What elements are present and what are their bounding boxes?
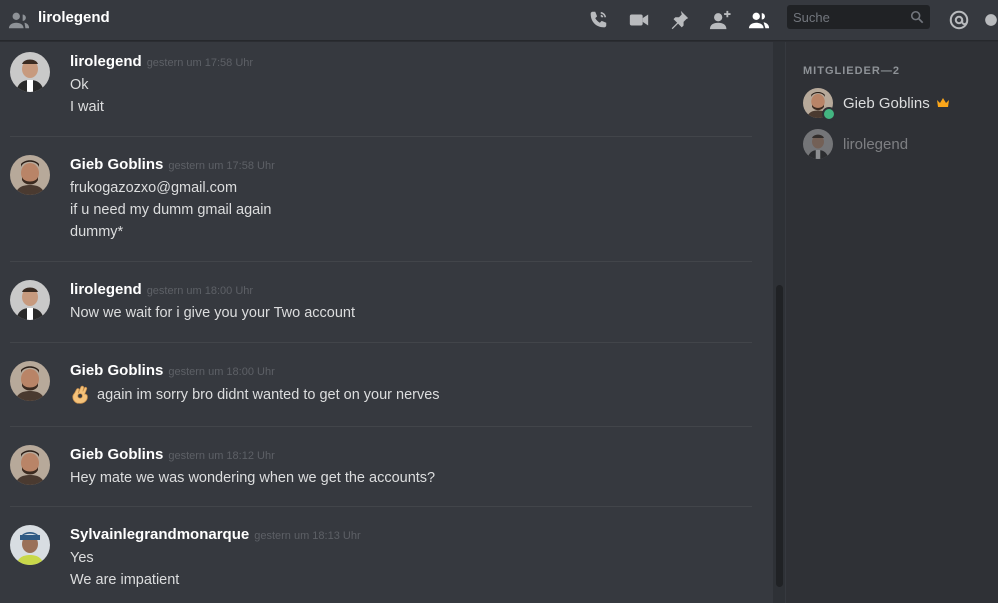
avatar-image [10,155,50,195]
avatar-image [10,52,50,92]
message-author[interactable]: Gieb Goblins gestern um 18:00 Uhr [70,362,275,379]
avatar-image [10,280,50,320]
message-author[interactable]: lirolegend gestern um 18:00 Uhr [70,281,253,298]
member-list: MITGLIEDER—2 Gieb Goblins lirolegend [786,42,998,603]
message-text: dummy* [70,224,124,240]
user-icon [8,12,30,29]
avatar-image [10,445,50,485]
message-text: Hey mate we was wondering when we get th… [70,470,436,486]
message-author[interactable]: Gieb Goblins gestern um 18:12 Uhr [70,446,275,463]
avatar[interactable] [10,52,50,92]
help-icon [985,14,997,26]
member-list-toggle[interactable] [746,7,772,33]
search-input[interactable] [787,9,903,25]
member-item[interactable]: Gieb Goblins [803,88,993,121]
avatar[interactable] [10,155,50,195]
message-author[interactable]: lirolegend gestern um 17:58 Uhr [70,53,253,70]
message-author[interactable]: Gieb Goblins gestern um 17:58 Uhr [70,156,275,173]
scrollbar-thumb[interactable] [776,285,783,587]
message-timestamp: gestern um 18:00 Uhr [168,366,275,378]
avatar-image [10,361,50,401]
online-status-icon [822,107,836,121]
message-item: Sylvainlegrandmonarque gestern um 18:13 U… [0,507,752,603]
avatar[interactable] [10,445,50,485]
video-call-button[interactable] [626,7,652,33]
message-text: Now we wait for i give you your Two acco… [70,305,356,321]
message-timestamp: gestern um 18:00 Uhr [146,285,254,297]
channel-title: lirolegend [38,9,110,26]
message-author[interactable]: Sylvainlegrandmonarque gestern um 18:13 U… [70,526,361,543]
call-button[interactable] [585,7,611,33]
message-text: Ok [70,77,89,93]
message-text: if u need my dumm gmail again [70,202,272,218]
crown-icon [936,98,949,107]
member-list-header: MITGLIEDER—2 [803,65,900,77]
mentions-button[interactable] [946,7,972,33]
avatar [803,129,833,159]
message-text: Yes [70,550,94,566]
help-button[interactable] [984,7,998,33]
add-friend-icon [709,10,731,30]
message-item: Gieb Goblins gestern um 17:58 Uhr frukoga… [0,137,752,262]
search-icon [910,10,924,24]
avatar[interactable] [10,361,50,401]
message-item: Gieb Goblins gestern um 18:12 Uhr Hey mat… [0,427,752,507]
mention-icon [949,10,969,30]
avatar[interactable] [10,280,50,320]
search-box[interactable] [787,5,930,29]
message-timestamp: gestern um 18:12 Uhr [168,450,275,462]
ok-hand-emoji [72,385,88,404]
message-text: I wait [70,99,104,115]
member-name: Gieb Goblins [843,95,950,112]
phone-call-icon [590,11,607,28]
avatar-image [10,525,50,565]
channel-header: lirolegend [0,0,998,41]
members-icon [748,12,770,29]
message-timestamp: gestern um 17:58 Uhr [146,57,254,69]
pinned-messages-button[interactable] [666,7,692,33]
message-item: Gieb Goblins gestern um 18:00 Uhr again i… [0,343,752,427]
avatar-image [803,129,833,159]
pin-icon [671,10,689,30]
message-list[interactable]: lirolegend gestern um 17:58 Uhr Ok I wait… [0,42,786,603]
message-text: We are impatient [70,572,180,588]
message-item: lirolegend gestern um 17:58 Uhr Ok I wait [0,42,752,137]
member-name: lirolegend [843,136,909,153]
message-text: again im sorry bro didnt wanted to get o… [97,387,440,403]
member-item[interactable]: lirolegend [803,129,993,161]
message-timestamp: gestern um 17:58 Uhr [168,160,275,172]
add-friend-button[interactable] [707,7,733,33]
message-item: lirolegend gestern um 18:00 Uhr Now we wa… [0,262,752,343]
avatar[interactable] [10,525,50,565]
message-text: frukogazozxo@gmail.com [70,180,238,196]
message-timestamp: gestern um 18:13 Uhr [254,530,361,542]
video-icon [629,14,649,26]
